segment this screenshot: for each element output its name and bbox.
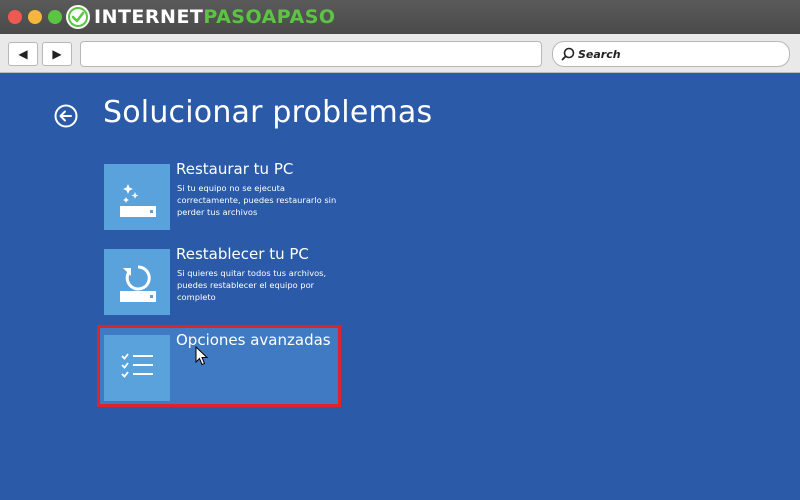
back-circle-icon[interactable] <box>54 104 78 128</box>
search-icon <box>561 47 575 61</box>
page-title: Solucionar problemas <box>103 95 433 130</box>
back-arrow-icon: ◀ <box>18 47 28 61</box>
close-window-button[interactable] <box>8 10 22 24</box>
troubleshoot-screen: Solucionar problemas Restaurar tu PC Si … <box>0 73 800 500</box>
forward-arrow-icon: ▶ <box>52 47 62 61</box>
mouse-cursor-icon <box>195 346 209 366</box>
search-placeholder: Search <box>578 47 621 61</box>
option-title: Restablecer tu PC <box>176 245 309 263</box>
option-description: Si tu equipo no se ejecuta correctamente… <box>177 183 337 217</box>
back-button[interactable]: ◀ <box>8 42 38 66</box>
reset-icon <box>104 249 170 315</box>
option-title: Restaurar tu PC <box>176 160 294 178</box>
brand-text-internet: INTERNET <box>94 6 204 28</box>
browser-toolbar: ◀ ▶ Search <box>0 34 800 73</box>
option-description: Si quieres quitar todos tus archivos, pu… <box>177 268 327 302</box>
site-logo: INTERNET PASOAPASO <box>66 4 336 30</box>
brand-text-pasoapaso: PASOAPASO <box>203 6 336 28</box>
restore-icon <box>104 164 170 230</box>
forward-button[interactable]: ▶ <box>42 42 72 66</box>
search-field[interactable]: Search <box>552 41 790 67</box>
window-titlebar: INTERNET PASOAPASO <box>0 0 800 34</box>
logo-icon <box>66 5 90 29</box>
minimize-window-button[interactable] <box>28 10 42 24</box>
checklist-icon <box>104 335 170 401</box>
address-bar[interactable] <box>80 41 542 67</box>
maximize-window-button[interactable] <box>48 10 62 24</box>
